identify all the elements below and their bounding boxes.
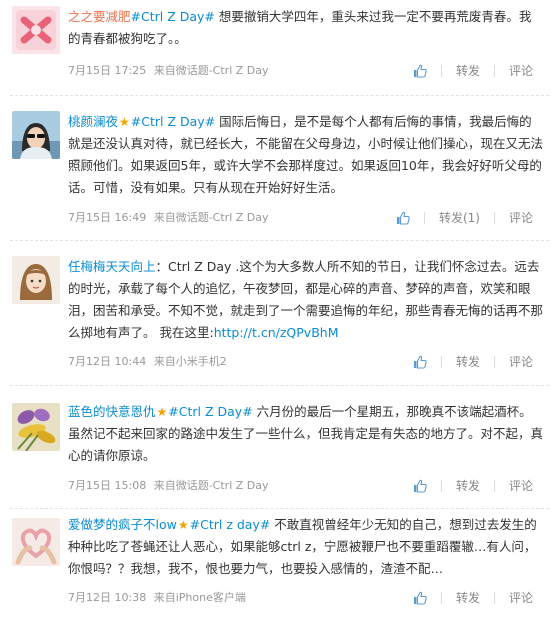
topic-link[interactable]: #Ctrl Z Day#	[131, 9, 215, 24]
girl-avatar-icon	[12, 256, 60, 304]
post-text: 桃颜澜夜★#Ctrl Z Day# 国际后悔日，是不是每个人都有后悔的事情，我最…	[68, 111, 543, 199]
post-time[interactable]: 7月12日 10:44	[68, 355, 146, 368]
post-actions: 转发 评论	[413, 588, 533, 608]
person-sunglasses-avatar-icon	[12, 111, 60, 159]
divider	[440, 356, 442, 368]
avatar[interactable]	[12, 403, 60, 451]
divider	[440, 65, 442, 77]
username-link[interactable]: 蓝色的快意恩仇	[68, 404, 156, 419]
heart-hands-avatar-icon	[12, 518, 60, 566]
post-divider	[10, 95, 549, 96]
post-source[interactable]: 来自微话题-Ctrl Z Day	[154, 64, 269, 77]
post-source[interactable]: 来自小米手机2	[154, 355, 227, 368]
username-link[interactable]: 桃颜澜夜	[68, 114, 118, 129]
divider	[440, 480, 442, 492]
repost-button[interactable]: 转发	[456, 352, 480, 372]
post-actions: 转发 评论	[413, 61, 533, 81]
post-meta: 7月12日 10:44 来自小米手机2 转发 评论	[68, 352, 543, 372]
post-actions: 转发 评论	[413, 352, 533, 372]
username-link[interactable]: 之之要减肥	[68, 9, 131, 24]
repost-button[interactable]: 转发	[456, 588, 480, 608]
divider	[493, 592, 495, 604]
post-time[interactable]: 7月15日 17:25	[68, 64, 146, 77]
post-time[interactable]: 7月12日 10:38	[68, 591, 146, 604]
thumbs-up-icon[interactable]	[413, 591, 427, 605]
post-meta: 7月15日 15:08 来自微话题-Ctrl Z Day 转发 评论	[68, 476, 543, 496]
comment-button[interactable]: 评论	[509, 61, 533, 81]
divider	[493, 65, 495, 77]
repost-button[interactable]: 转发	[456, 476, 480, 496]
comment-button[interactable]: 评论	[509, 352, 533, 372]
post-meta: 7月15日 17:25 来自微话题-Ctrl Z Day 转发 评论	[68, 61, 543, 81]
avatar[interactable]	[12, 256, 60, 304]
avatar[interactable]	[12, 6, 60, 54]
topic-link[interactable]: #Ctrl z day#	[190, 517, 271, 532]
post-text: 爱做梦的疯子不low★#Ctrl z day# 不敢直视曾经年少无知的自己，想到…	[68, 514, 543, 580]
short-url-link[interactable]: http://t.cn/zQPvBhM	[214, 325, 339, 340]
divider	[440, 592, 442, 604]
repost-button[interactable]: 转发	[456, 61, 480, 81]
divider	[493, 356, 495, 368]
thumbs-up-icon[interactable]	[413, 479, 427, 493]
post-divider	[10, 240, 549, 241]
comment-button[interactable]: 评论	[509, 208, 533, 228]
topic-link[interactable]: #Ctrl Z Day#	[131, 114, 215, 129]
post-divider	[10, 385, 549, 386]
comment-button[interactable]: 评论	[509, 476, 533, 496]
username-link[interactable]: 爱做梦的疯子不low	[68, 517, 177, 532]
bunny-avatar-icon	[12, 6, 60, 54]
weibo-feed: 之之要减肥#Ctrl Z Day# 想要撤销大学四年，重头来过我一定不要再荒废青…	[0, 0, 557, 624]
repost-button[interactable]: 转发(1)	[439, 208, 480, 228]
thumbs-up-icon[interactable]	[413, 355, 427, 369]
avatar[interactable]	[12, 111, 60, 159]
divider	[493, 212, 495, 224]
avatar[interactable]	[12, 518, 60, 566]
post-source[interactable]: 来自iPhone客户端	[154, 591, 246, 604]
username-link[interactable]: 任梅梅天天向上	[68, 259, 156, 274]
post-source[interactable]: 来自微话题-Ctrl Z Day	[154, 479, 269, 492]
post-source[interactable]: 来自微话题-Ctrl Z Day	[154, 211, 269, 224]
thumbs-up-icon[interactable]	[396, 211, 410, 225]
post-time[interactable]: 7月15日 15:08	[68, 479, 146, 492]
post-text: 蓝色的快意恩仇★#Ctrl Z Day# 六月份的最后一个星期五，那晚真不该端起…	[68, 401, 543, 467]
divider	[493, 480, 495, 492]
post-divider	[10, 508, 549, 509]
vip-badge-icon[interactable]: ★	[157, 401, 168, 423]
thumbs-up-icon[interactable]	[413, 64, 427, 78]
vip-badge-icon[interactable]: ★	[119, 111, 130, 133]
post-meta: 7月12日 10:38 来自iPhone客户端 转发 评论	[68, 588, 543, 608]
post-time[interactable]: 7月15日 16:49	[68, 211, 146, 224]
vip-badge-icon[interactable]: ★	[178, 514, 189, 536]
comment-button[interactable]: 评论	[509, 588, 533, 608]
post-actions: 转发(1) 评论	[396, 208, 533, 228]
flower-avatar-icon	[12, 403, 60, 451]
topic-link[interactable]: #Ctrl Z Day#	[168, 404, 252, 419]
post-meta: 7月15日 16:49 来自微话题-Ctrl Z Day 转发(1) 评论	[68, 208, 543, 228]
post-text: 之之要减肥#Ctrl Z Day# 想要撤销大学四年，重头来过我一定不要再荒废青…	[68, 6, 543, 50]
post-text: 任梅梅天天向上：Ctrl Z Day .这个为大多数人所不知的节日，让我们怀念过…	[68, 256, 543, 344]
divider	[423, 212, 425, 224]
post-actions: 转发 评论	[413, 476, 533, 496]
